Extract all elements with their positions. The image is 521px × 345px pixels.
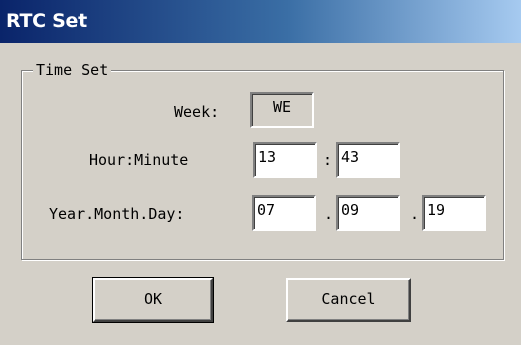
group-label: Time Set xyxy=(33,61,112,79)
week-field: WE xyxy=(250,92,314,128)
hour-minute-label: Hour:Minute xyxy=(89,151,189,169)
week-label: Week: xyxy=(174,103,220,121)
rtc-set-dialog: RTC Set Time Set Week: WE Hour:Minute 13… xyxy=(0,0,521,345)
window-title: RTC Set xyxy=(6,10,87,32)
minute-input[interactable]: 43 xyxy=(336,142,400,178)
ok-button[interactable]: OK xyxy=(92,277,214,323)
date-label: Year.Month.Day: xyxy=(49,205,185,223)
year-input[interactable]: 07 xyxy=(252,195,316,231)
hour-minute-separator: : xyxy=(323,151,333,169)
year-month-separator: . xyxy=(324,205,334,223)
month-input[interactable]: 09 xyxy=(336,195,400,231)
hour-input[interactable]: 13 xyxy=(253,142,317,178)
month-day-separator: . xyxy=(410,205,420,223)
title-bar[interactable]: RTC Set xyxy=(0,0,521,43)
day-input[interactable]: 19 xyxy=(422,195,486,231)
cancel-button[interactable]: Cancel xyxy=(286,278,411,322)
